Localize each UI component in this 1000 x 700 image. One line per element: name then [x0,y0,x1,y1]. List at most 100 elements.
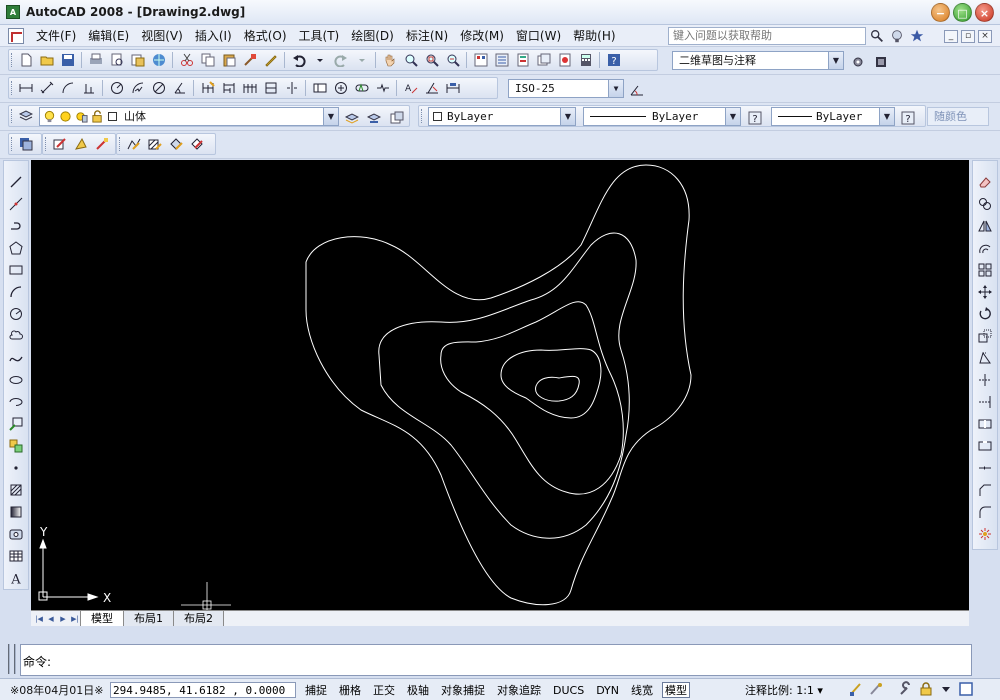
menu-modify[interactable]: 修改(M) [454,25,510,47]
edit-polyline-button[interactable] [123,134,144,154]
ellipse-arc-button[interactable] [5,391,27,413]
redo-dropdown[interactable] [351,50,372,70]
linetype-help-button[interactable]: ? [744,108,765,128]
offset-button[interactable] [974,237,996,259]
coordinate-readout[interactable]: 294.9485, 41.6182 , 0.0000 [110,681,296,698]
dim-break-button[interactable] [281,78,302,98]
table-button[interactable] [5,545,27,567]
3d-dwf-button[interactable] [148,50,169,70]
jogged-linear-button[interactable] [372,78,393,98]
draw-order-button[interactable] [49,134,70,154]
lightbulb-on-icon[interactable] [43,110,56,123]
chevron-down-icon[interactable]: ▼ [323,108,338,125]
design-center-button[interactable] [491,50,512,70]
trim-button[interactable] [974,369,996,391]
join-button[interactable] [974,457,996,479]
array-button[interactable] [974,259,996,281]
sheet-set-button[interactable] [533,50,554,70]
polygon-button[interactable] [5,237,27,259]
stretch-button[interactable] [974,347,996,369]
contour-line-5[interactable] [535,375,580,402]
fillet-button[interactable] [974,501,996,523]
favorites-star-icon[interactable] [908,27,926,45]
publish-button[interactable] [127,50,148,70]
polyline-button[interactable] [5,215,27,237]
tab-layout2[interactable]: 布局2 [173,610,224,627]
chevron-down-icon[interactable]: ▼ [828,52,843,69]
status-menu-chevron-icon[interactable] [938,681,954,697]
menu-file[interactable]: 文件(F) [30,25,82,47]
auto-scale-icon[interactable] [868,681,884,697]
command-grip-handle[interactable] [8,644,16,674]
quick-dim-button[interactable] [197,78,218,98]
menu-edit[interactable]: 编辑(E) [82,25,135,47]
chevron-down-icon[interactable]: ▼ [560,108,575,125]
angular-dim-button[interactable] [169,78,190,98]
viewport-button[interactable] [15,134,36,154]
inspection-button[interactable] [351,78,372,98]
sun-thaw-icon[interactable] [59,110,72,123]
undo-dropdown[interactable] [309,50,330,70]
scale-button[interactable] [974,325,996,347]
rotate-button[interactable] [974,303,996,325]
first-tab-arrow-icon[interactable]: |◀ [33,613,45,625]
cut-button[interactable] [176,50,197,70]
color-select[interactable]: ByLayer ▼ [428,107,576,126]
ordinate-dim-button[interactable] [78,78,99,98]
circle-button[interactable] [5,303,27,325]
model-space-canvas[interactable]: Y X [31,160,969,610]
zoom-realtime-button[interactable] [400,50,421,70]
otrack-toggle[interactable]: 对象追踪 [494,682,544,698]
gradient-button[interactable] [5,501,27,523]
contour-line-2[interactable] [378,232,637,539]
lineweight-select[interactable]: ByLayer ▼ [771,107,895,126]
model-toggle[interactable]: 模型 [662,681,691,698]
autocad-logo-icon[interactable]: A [6,5,20,19]
construction-line-button[interactable] [5,193,27,215]
markup-set-button[interactable] [554,50,575,70]
chamfer-button[interactable] [974,479,996,501]
wrench-icon[interactable] [898,681,914,697]
erase-button[interactable] [974,171,996,193]
maximize-button[interactable]: □ [953,3,972,22]
next-tab-arrow-icon[interactable]: ▶ [57,613,69,625]
contour-line-4[interactable] [500,348,602,419]
horizontal-scrollbar[interactable] [224,610,969,627]
edit-hatch-button[interactable] [144,134,165,154]
lock-icon[interactable] [918,681,934,697]
menu-draw[interactable]: 绘图(D) [345,25,400,47]
help-button[interactable]: ? [603,50,624,70]
menu-format[interactable]: 格式(O) [238,25,293,47]
dyn-toggle[interactable]: DYN [593,682,622,698]
point-button[interactable] [5,457,27,479]
linetype-select[interactable]: ByLayer ▼ [583,107,741,126]
contour-line-3[interactable] [440,301,624,495]
linear-dim-button[interactable] [15,78,36,98]
new-button[interactable] [15,50,36,70]
plot-preview-button[interactable] [106,50,127,70]
chevron-down-icon[interactable]: ▼ [608,80,623,97]
redo-button[interactable] [330,50,351,70]
menu-insert[interactable]: 插入(I) [189,25,238,47]
layer-states-button[interactable] [386,108,407,128]
arc-button[interactable] [5,281,27,303]
block-attribute-manager-button[interactable] [186,134,207,154]
workspace-select[interactable]: 二维草图与注释 ▼ [672,51,844,70]
dim-style-manager-button[interactable] [626,80,647,100]
dim-edit-button[interactable]: A [400,78,421,98]
jogged-dim-button[interactable] [127,78,148,98]
line-button[interactable] [5,171,27,193]
revision-cloud-button[interactable] [5,325,27,347]
polar-toggle[interactable]: 极轴 [404,682,432,698]
dim-text-edit-button[interactable] [421,78,442,98]
continue-dim-button[interactable] [239,78,260,98]
menu-dimension[interactable]: 标注(N) [400,25,454,47]
radius-dim-button[interactable] [106,78,127,98]
block-editor-button[interactable] [260,50,281,70]
tab-model[interactable]: 模型 [80,610,124,627]
osnap-toggle[interactable]: 对象捕捉 [438,682,488,698]
annotation-visibility-icon[interactable] [848,681,864,697]
mirror-button[interactable] [974,215,996,237]
hatch-button[interactable] [5,479,27,501]
bring-above-button[interactable] [70,134,91,154]
